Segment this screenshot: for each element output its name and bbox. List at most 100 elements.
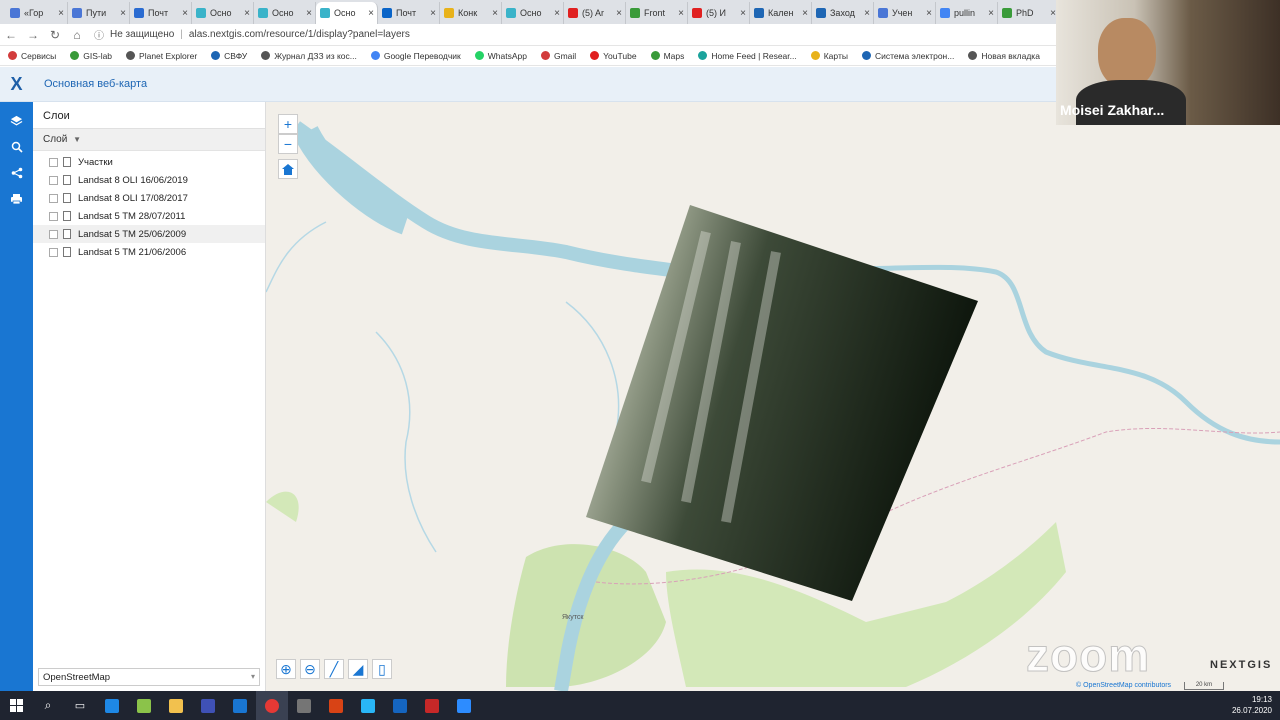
- bookmark-item[interactable]: Home Feed | Resear...: [698, 51, 797, 61]
- browser-tab[interactable]: Кален ×: [750, 2, 812, 24]
- system-clock[interactable]: 19:13 26.07.2020: [1232, 694, 1272, 716]
- layer-menu-button[interactable]: Слой ▼: [33, 129, 265, 151]
- browser-tab[interactable]: Осно ×: [192, 2, 254, 24]
- layer-item[interactable]: Landsat 5 TM 21/06/2006: [33, 243, 265, 261]
- tab-close-icon[interactable]: ×: [678, 8, 684, 19]
- bookmark-item[interactable]: GIS-lab: [70, 51, 112, 61]
- identify-icon[interactable]: ▯: [372, 659, 392, 679]
- tab-close-icon[interactable]: ×: [802, 8, 808, 19]
- bookmark-item[interactable]: СВФУ: [211, 51, 247, 61]
- bookmark-item[interactable]: Google Переводчик: [370, 51, 461, 61]
- print-icon[interactable]: [0, 186, 33, 212]
- mail-icon[interactable]: [224, 691, 256, 720]
- layer-visibility-checkbox[interactable]: [49, 211, 58, 221]
- layer-visibility-checkbox[interactable]: [49, 193, 58, 203]
- layer-visibility-checkbox[interactable]: [49, 247, 58, 257]
- tab-close-icon[interactable]: ×: [430, 8, 436, 19]
- share-icon[interactable]: [0, 160, 33, 186]
- tab-close-icon[interactable]: ×: [306, 8, 312, 19]
- explorer-icon[interactable]: [160, 691, 192, 720]
- back-icon[interactable]: ←: [0, 28, 22, 42]
- bookmark-favicon-icon: [70, 51, 80, 60]
- tab-close-icon[interactable]: ×: [864, 8, 870, 19]
- attribution[interactable]: © OpenStreetMap contributors: [1076, 682, 1171, 689]
- edge-icon[interactable]: [96, 691, 128, 720]
- powerpoint-icon[interactable]: [320, 691, 352, 720]
- home-icon[interactable]: ⌂: [66, 28, 88, 42]
- tab-close-icon[interactable]: ×: [244, 8, 250, 19]
- url-text[interactable]: alas.nextgis.com/resource/1/display?pane…: [189, 29, 410, 40]
- search-icon[interactable]: ⌕: [32, 691, 64, 720]
- browser-tab[interactable]: pullin ×: [936, 2, 998, 24]
- browser-tab[interactable]: Front ×: [626, 2, 688, 24]
- tab-close-icon[interactable]: ×: [988, 8, 994, 19]
- browser-tab[interactable]: Почт ×: [378, 2, 440, 24]
- bookmark-item[interactable]: WhatsApp: [474, 51, 527, 61]
- zoom-out-button[interactable]: −: [278, 134, 298, 154]
- acrobat-icon[interactable]: [416, 691, 448, 720]
- bookmark-item[interactable]: Новая вкладка: [968, 51, 1040, 61]
- search-icon[interactable]: [0, 134, 33, 160]
- tab-close-icon[interactable]: ×: [120, 8, 126, 19]
- zoom-app-icon[interactable]: [448, 691, 480, 720]
- tab-close-icon[interactable]: ×: [58, 8, 64, 19]
- browser-tab[interactable]: Осно ×: [254, 2, 316, 24]
- zoom-box-in-icon[interactable]: ⊕: [276, 659, 296, 679]
- reload-icon[interactable]: ↻: [44, 28, 66, 42]
- telegram-icon[interactable]: [352, 691, 384, 720]
- layer-item[interactable]: Landsat 5 TM 25/06/2009: [33, 225, 265, 243]
- tab-close-icon[interactable]: ×: [740, 8, 746, 19]
- forward-icon[interactable]: →: [22, 28, 44, 42]
- windows-start-icon[interactable]: [0, 691, 32, 720]
- url-field[interactable]: ⓘ Не защищено | alas.nextgis.com/resourc…: [94, 27, 410, 42]
- browser-tab[interactable]: Осно ×: [502, 2, 564, 24]
- layer-visibility-checkbox[interactable]: [49, 175, 58, 185]
- info-icon[interactable]: ⓘ: [94, 27, 104, 42]
- word-icon[interactable]: [384, 691, 416, 720]
- map-canvas[interactable]: Якутск + − ⊕ ⊖ ╱ ◢ ▯ zoom NEXTGIS © Open…: [266, 102, 1280, 691]
- task-view-icon[interactable]: ▭: [64, 691, 96, 720]
- tab-close-icon[interactable]: ×: [554, 8, 560, 19]
- tab-close-icon[interactable]: ×: [182, 8, 188, 19]
- layer-visibility-checkbox[interactable]: [49, 157, 58, 167]
- basemap-select[interactable]: OpenStreetMap ▾: [38, 668, 260, 686]
- layer-item[interactable]: Участки: [33, 153, 265, 171]
- bookmark-item[interactable]: Карты: [810, 51, 848, 61]
- layer-item[interactable]: Landsat 5 TM 28/07/2011: [33, 207, 265, 225]
- tab-close-icon[interactable]: ×: [926, 8, 932, 19]
- qgis-icon[interactable]: [128, 691, 160, 720]
- chrome-icon[interactable]: [256, 691, 288, 720]
- bookmark-item[interactable]: YouTube: [590, 51, 637, 61]
- browser-tab[interactable]: PhD ×: [998, 2, 1060, 24]
- layer-item[interactable]: Landsat 8 OLI 16/06/2019: [33, 171, 265, 189]
- layer-visibility-checkbox[interactable]: [49, 229, 58, 239]
- bookmark-item[interactable]: Gmail: [540, 51, 576, 61]
- browser-tab[interactable]: (5) Ar ×: [564, 2, 626, 24]
- nextgis-logo-icon[interactable]: X: [0, 67, 33, 102]
- app-icon[interactable]: [288, 691, 320, 720]
- zoom-in-button[interactable]: +: [278, 114, 298, 134]
- zoom-box-out-icon[interactable]: ⊖: [300, 659, 320, 679]
- browser-tab[interactable]: Конк ×: [440, 2, 502, 24]
- browser-tab[interactable]: (5) И ×: [688, 2, 750, 24]
- tab-close-icon[interactable]: ×: [368, 8, 374, 19]
- bookmark-item[interactable]: Maps: [650, 51, 684, 61]
- layers-icon[interactable]: [0, 108, 33, 134]
- browser-tab[interactable]: Осно ×: [316, 2, 378, 24]
- layer-item[interactable]: Landsat 8 OLI 17/08/2017: [33, 189, 265, 207]
- measure-area-icon[interactable]: ◢: [348, 659, 368, 679]
- bookmark-item[interactable]: Planet Explorer: [126, 51, 197, 61]
- home-extent-button[interactable]: [278, 159, 298, 179]
- browser-tab[interactable]: «Гор ×: [6, 2, 68, 24]
- browser-tab[interactable]: Пути ×: [68, 2, 130, 24]
- store-icon[interactable]: [192, 691, 224, 720]
- browser-tab[interactable]: Почт ×: [130, 2, 192, 24]
- tab-close-icon[interactable]: ×: [616, 8, 622, 19]
- measure-distance-icon[interactable]: ╱: [324, 659, 344, 679]
- browser-tab[interactable]: Заход ×: [812, 2, 874, 24]
- bookmark-item[interactable]: Система электрон...: [861, 51, 954, 61]
- browser-tab[interactable]: Учен ×: [874, 2, 936, 24]
- bookmark-item[interactable]: Журнал ДЗЗ из кос...: [261, 51, 357, 61]
- bookmark-item[interactable]: Сервисы: [8, 51, 56, 61]
- tab-close-icon[interactable]: ×: [492, 8, 498, 19]
